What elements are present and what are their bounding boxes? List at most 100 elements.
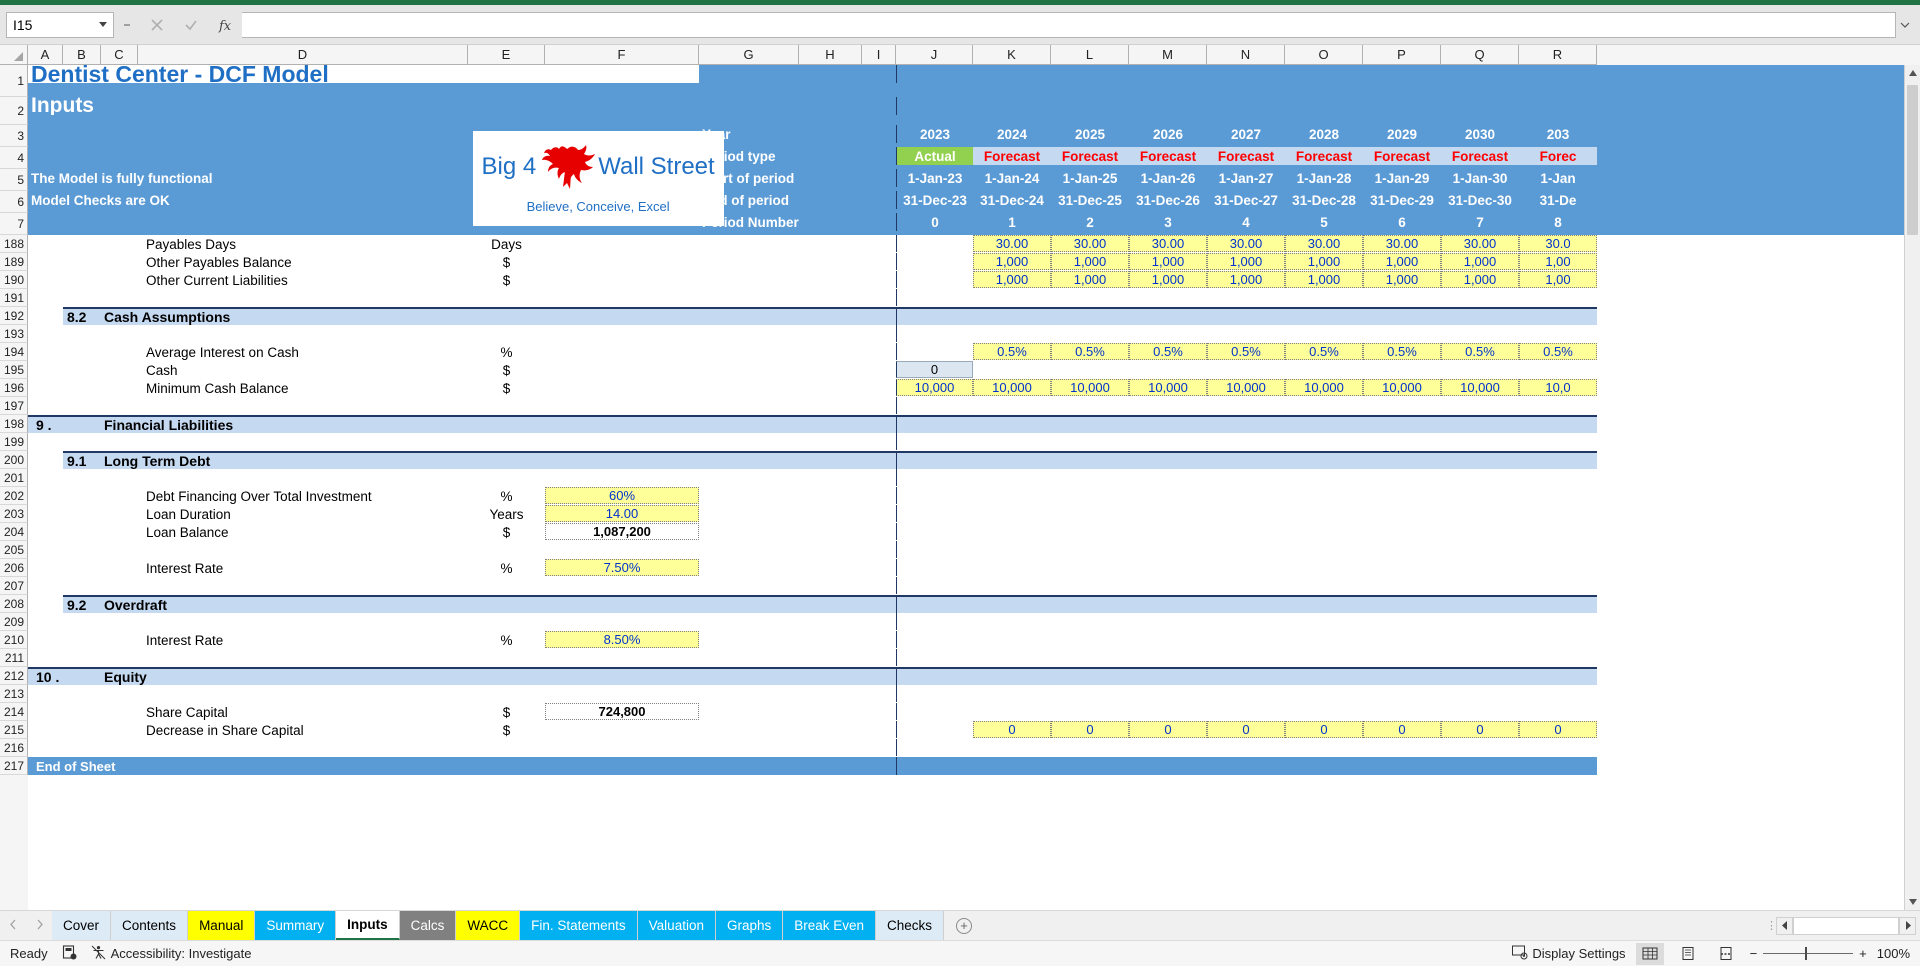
data-cell-Q-209[interactable]: [1441, 613, 1519, 630]
data-cell-O-216[interactable]: [1285, 739, 1363, 756]
header-cell-P-2[interactable]: [1363, 97, 1441, 115]
row-unit[interactable]: Years: [468, 505, 545, 523]
blank-cell-i[interactable]: [862, 433, 896, 451]
cancel-entry-icon[interactable]: [140, 12, 174, 38]
data-cell-L-216[interactable]: [1051, 739, 1129, 756]
sheet-tab-break-even[interactable]: Break Even: [783, 911, 877, 940]
header-cell-O-5[interactable]: 1-Jan-28: [1285, 169, 1363, 187]
column-header-k[interactable]: K: [973, 45, 1051, 65]
data-cell-N-211[interactable]: [1207, 649, 1285, 666]
data-cell-L-196[interactable]: 10,000: [1051, 379, 1129, 396]
column-header-l[interactable]: L: [1051, 45, 1129, 65]
data-cell-J-215[interactable]: [896, 721, 973, 738]
blank-cell-f[interactable]: [545, 253, 699, 271]
blank-cell-g[interactable]: [699, 433, 799, 451]
data-cell-J-197[interactable]: [896, 397, 973, 414]
data-cell-R-202[interactable]: [1519, 487, 1597, 504]
input-cell-f-206[interactable]: 7.50%: [545, 559, 699, 576]
data-cell-R-207[interactable]: [1519, 577, 1597, 594]
header-cell-Q-2[interactable]: [1441, 97, 1519, 115]
data-cell-J-207[interactable]: [896, 577, 973, 594]
blank-cell-h[interactable]: [799, 505, 862, 523]
data-cell-O-189[interactable]: 1,000: [1285, 253, 1363, 270]
data-cell-P-201[interactable]: [1363, 469, 1441, 486]
data-cell-Q-201[interactable]: [1441, 469, 1519, 486]
scroll-down-icon[interactable]: [1905, 894, 1920, 910]
header-cell-L-1[interactable]: [1051, 65, 1129, 83]
data-cell-L-191[interactable]: [1051, 289, 1129, 306]
row-unit[interactable]: $: [468, 361, 545, 379]
blank-cell-i[interactable]: [862, 541, 896, 559]
data-cell-K-209[interactable]: [973, 613, 1051, 630]
data-cell-M-210[interactable]: [1129, 631, 1207, 648]
data-cell-R-204[interactable]: [1519, 523, 1597, 540]
row-unit[interactable]: [468, 613, 545, 631]
header-cell-N-5[interactable]: 1-Jan-27: [1207, 169, 1285, 187]
row-label[interactable]: Minimum Cash Balance: [28, 379, 468, 397]
data-cell-Q-210[interactable]: [1441, 631, 1519, 648]
blank-cell-i[interactable]: [862, 325, 896, 343]
header-cell-J-1[interactable]: [896, 65, 973, 83]
header-cell-R-7[interactable]: 8: [1519, 213, 1597, 231]
data-cell-Q-214[interactable]: [1441, 703, 1519, 720]
accessibility-status[interactable]: Accessibility: Investigate: [91, 945, 251, 963]
data-cell-K-207[interactable]: [973, 577, 1051, 594]
formula-input[interactable]: [242, 11, 1896, 38]
data-cell-O-191[interactable]: [1285, 289, 1363, 306]
data-cell-N-195[interactable]: [1207, 361, 1285, 378]
header-cell-P-6[interactable]: 31-Dec-29: [1363, 191, 1441, 209]
row-unit[interactable]: $: [468, 721, 545, 739]
scroll-up-icon[interactable]: [1905, 65, 1920, 81]
data-cell-J-199[interactable]: [896, 433, 973, 450]
header-cell-L-6[interactable]: 31-Dec-25: [1051, 191, 1129, 209]
header-cell-Q-7[interactable]: 7: [1441, 213, 1519, 231]
data-cell-Q-213[interactable]: [1441, 685, 1519, 702]
zoom-in-button[interactable]: +: [1859, 946, 1867, 961]
zoom-handle[interactable]: [1805, 947, 1808, 960]
input-cell-f-210[interactable]: 8.50%: [545, 631, 699, 648]
horizontal-scrollbar[interactable]: [1776, 916, 1916, 935]
data-cell-R-216[interactable]: [1519, 739, 1597, 756]
data-cell-K-215[interactable]: 0: [973, 721, 1051, 738]
data-cell-L-213[interactable]: [1051, 685, 1129, 702]
row-header-5[interactable]: 5: [0, 169, 28, 191]
data-cell-Q-195[interactable]: [1441, 361, 1519, 378]
blank-cell-g[interactable]: [699, 397, 799, 415]
row-unit[interactable]: %: [468, 631, 545, 649]
data-cell-K-211[interactable]: [973, 649, 1051, 666]
header-cell-L-4[interactable]: Forecast: [1051, 147, 1129, 165]
blank-cell[interactable]: [28, 397, 468, 415]
blank-cell-g[interactable]: [699, 649, 799, 667]
header-cell-L-5[interactable]: 1-Jan-25: [1051, 169, 1129, 187]
blank-cell-f[interactable]: [545, 739, 699, 757]
data-cell-L-195[interactable]: [1051, 361, 1129, 378]
data-cell-O-190[interactable]: 1,000: [1285, 271, 1363, 288]
row-header-197[interactable]: 197: [0, 397, 28, 415]
data-cell-M-199[interactable]: [1129, 433, 1207, 450]
blank-cell-h[interactable]: [799, 397, 862, 415]
data-cell-R-211[interactable]: [1519, 649, 1597, 666]
row-header-2[interactable]: 2: [0, 97, 28, 125]
row-unit[interactable]: %: [468, 343, 545, 361]
data-cell-L-205[interactable]: [1051, 541, 1129, 558]
data-cell-N-216[interactable]: [1207, 739, 1285, 756]
data-cell-K-189[interactable]: 1,000: [973, 253, 1051, 270]
data-cell-P-203[interactable]: [1363, 505, 1441, 522]
data-cell-K-213[interactable]: [973, 685, 1051, 702]
blank-cell-i[interactable]: [862, 253, 896, 271]
data-cell-P-199[interactable]: [1363, 433, 1441, 450]
header-cell-M-1[interactable]: [1129, 65, 1207, 83]
zoom-track[interactable]: [1763, 947, 1854, 960]
data-cell-N-210[interactable]: [1207, 631, 1285, 648]
data-cell-R-193[interactable]: [1519, 325, 1597, 342]
sheet-tab-summary[interactable]: Summary: [255, 911, 337, 940]
blank-cell-h[interactable]: [799, 577, 862, 595]
data-cell-N-189[interactable]: 1,000: [1207, 253, 1285, 270]
row-label[interactable]: Debt Financing Over Total Investment: [28, 487, 468, 505]
data-cell-M-194[interactable]: 0.5%: [1129, 343, 1207, 360]
sheet-tab-contents[interactable]: Contents: [111, 911, 189, 940]
data-cell-M-214[interactable]: [1129, 703, 1207, 720]
blank-cell-i[interactable]: [862, 289, 896, 307]
row-header-204[interactable]: 204: [0, 523, 28, 541]
row-label[interactable]: Average Interest on Cash: [28, 343, 468, 361]
